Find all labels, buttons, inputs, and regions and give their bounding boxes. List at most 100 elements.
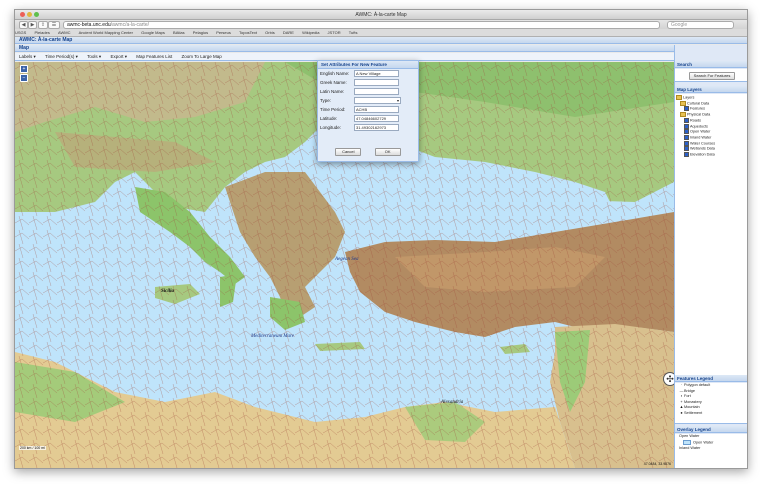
layer-node-elevation[interactable]: Elevation Data: [675, 152, 747, 158]
bookmark-item[interactable]: ToposText: [239, 29, 257, 36]
legend-label: Open Water: [693, 440, 714, 444]
layers-tree: Layers Cultural Data Features Physical D…: [675, 94, 747, 376]
legend-label: Bridge: [684, 388, 695, 393]
bookmark-item[interactable]: Google Maps: [141, 29, 165, 36]
greek-name-label: Greek Name:: [320, 80, 347, 85]
folder-icon: [680, 112, 686, 118]
dialog-buttons: Cancel OK: [318, 148, 418, 156]
latin-name-field[interactable]: [354, 88, 399, 95]
search-panel-title: Search: [675, 61, 747, 68]
zoom-large-map-button[interactable]: Zoom To Large Map: [182, 53, 222, 61]
cancel-button[interactable]: Cancel: [335, 148, 362, 156]
bookmark-item[interactable]: DARE: [283, 29, 294, 36]
bookmark-item[interactable]: JSTOR: [328, 29, 341, 36]
app-title: AWMC: À-la-carte Map: [15, 37, 747, 44]
url-host: awmc-beta.unc.edu: [67, 22, 111, 28]
type-row: Type: ▾: [318, 96, 418, 105]
checkbox-icon[interactable]: [684, 106, 689, 112]
browser-navbar: ◀ ▶ ⇪ ☰ awmc-beta.unc.edu/awmc/a-la-cart…: [15, 20, 747, 29]
legend-label: Fort: [684, 394, 691, 398]
layer-label: Cultural Data: [687, 101, 710, 106]
mediterranean-sea-label: Mediterraneum Mare: [251, 334, 294, 339]
share-icon[interactable]: ⇪: [38, 21, 48, 29]
bookmark-item[interactable]: Tufts: [349, 29, 358, 36]
time-period-menu[interactable]: Time Period(s) ▾: [45, 53, 78, 61]
folder-icon: [676, 95, 682, 100]
layer-label: Inland Water: [690, 135, 712, 140]
map-panel-title: Map: [15, 45, 674, 52]
english-name-label: English Name:: [320, 71, 350, 76]
forward-icon[interactable]: ▶: [28, 21, 37, 29]
legend-label: Mountain: [684, 405, 700, 409]
bookmark-item[interactable]: USGS: [15, 29, 26, 36]
search-features-button[interactable]: Search For Features: [689, 72, 735, 80]
chevron-down-icon: ▾: [396, 98, 399, 103]
export-menu[interactable]: Export ▾: [110, 53, 127, 61]
type-select[interactable]: ▾: [354, 97, 401, 104]
features-legend-title: Features Legend: [675, 375, 747, 382]
overlay-legend-item: Inland Water: [679, 445, 701, 450]
layers-panel-title: Map Layers: [675, 86, 747, 93]
overlay-legend: Open Water Open Water Inland Water: [675, 434, 747, 468]
browser-window: AWMC: À-la-carte Map ◀ ▶ ⇪ ☰ awmc-beta.u…: [14, 9, 748, 469]
legend-label: Settlement: [684, 410, 703, 415]
window-titlebar: AWMC: À-la-carte Map: [15, 10, 747, 20]
checkbox-icon[interactable]: [684, 140, 689, 146]
bookmarks-icon[interactable]: ☰: [48, 21, 60, 29]
time-period-field[interactable]: ACHB: [354, 106, 399, 113]
zoom-out-button[interactable]: −: [20, 74, 28, 82]
alexandria-label: Alexandria: [441, 400, 464, 405]
labels-menu[interactable]: Labels ▾: [19, 53, 36, 61]
layer-label: Features: [690, 106, 705, 111]
folder-icon: [680, 100, 686, 106]
greek-name-field[interactable]: [354, 79, 399, 86]
legend-label: Monastery: [684, 399, 702, 404]
water-swatch-icon: [683, 439, 691, 445]
layer-label: Elevation Data: [690, 152, 715, 157]
zoom-control: + −: [20, 65, 28, 83]
overlay-legend-title: Overlay Legend: [675, 426, 747, 433]
window-title: AWMC: À-la-carte Map: [355, 12, 407, 18]
checkbox-icon[interactable]: [684, 146, 689, 152]
checkbox-icon[interactable]: [684, 123, 689, 129]
longitude-field[interactable]: 31.49302162973: [354, 124, 399, 131]
bookmark-item[interactable]: Pelagios: [193, 29, 208, 36]
tools-menu[interactable]: Tools ▾: [87, 53, 101, 61]
bookmarks-bar: USGS Pleiades AWMC Ancient World Mapping…: [15, 29, 747, 37]
layer-label: Physical Data: [687, 112, 711, 117]
time-period-label: Time Period:: [320, 107, 346, 112]
browser-search-input[interactable]: Google: [667, 21, 734, 29]
bookmark-item[interactable]: BAtlas: [173, 29, 185, 36]
layer-label: Aqueducts: [690, 124, 708, 129]
legend-item: ●Settlement: [675, 410, 747, 417]
longitude-label: Longitude:: [320, 125, 342, 130]
english-name-field[interactable]: A New Village: [354, 70, 399, 77]
checkbox-icon[interactable]: [684, 134, 689, 140]
dialog-title: Set Attributes For New Feature: [318, 61, 418, 69]
back-icon[interactable]: ◀: [19, 21, 28, 29]
layer-label: Roads: [690, 118, 701, 123]
sicily-label: Sicilia: [161, 289, 175, 294]
bookmark-item[interactable]: Wikipedia: [302, 29, 319, 36]
bookmark-item[interactable]: Ancient World Mapping Center: [79, 29, 133, 36]
latin-name-row: Latin Name:: [318, 87, 418, 96]
layer-label: Open Water: [690, 129, 711, 134]
new-feature-dialog: Set Attributes For New Feature English N…: [317, 60, 419, 162]
bookmark-item[interactable]: Orbis: [265, 29, 275, 36]
layer-label: Wetlands Data: [690, 146, 715, 151]
checkbox-icon[interactable]: [684, 152, 689, 158]
url-path: /awmc/a-la-carte/: [110, 22, 149, 28]
address-bar[interactable]: awmc-beta.unc.edu/awmc/a-la-carte/: [63, 21, 660, 29]
ok-button[interactable]: OK: [374, 148, 401, 156]
bookmark-item[interactable]: Perseus: [216, 29, 231, 36]
zoom-in-button[interactable]: +: [20, 65, 28, 73]
coordinates-readout: 47.0484, 33.9876: [643, 462, 671, 466]
features-list-button[interactable]: Map Features List: [136, 53, 172, 61]
search-panel: Search For Features: [675, 69, 747, 82]
checkbox-icon[interactable]: [684, 117, 689, 123]
checkbox-icon[interactable]: [684, 129, 689, 135]
bookmark-item[interactable]: Pleiades: [34, 29, 49, 36]
layer-label: Layers: [683, 95, 695, 100]
bookmark-item[interactable]: AWMC: [58, 29, 71, 36]
latitude-field[interactable]: 47.04846602729: [354, 115, 399, 122]
